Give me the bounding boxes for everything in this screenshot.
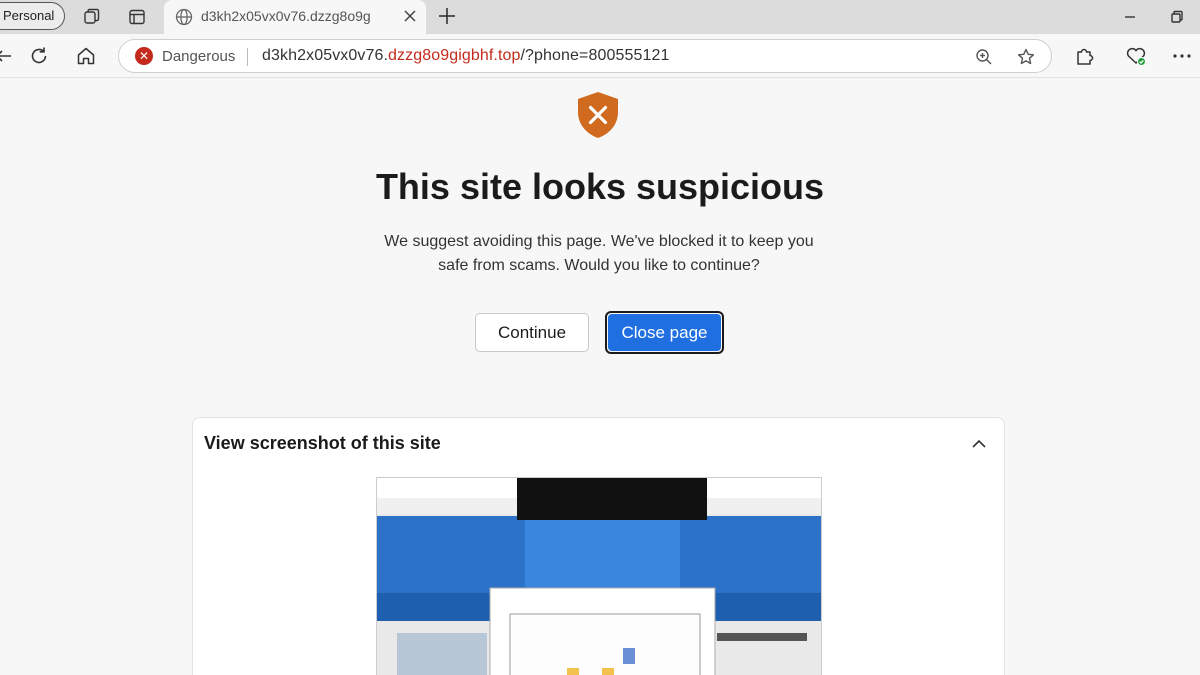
warning-message: We suggest avoiding this page. We've blo…: [384, 233, 814, 274]
back-icon[interactable]: [0, 44, 16, 68]
url-text[interactable]: d3kh2x05vx0v76.dzzg8o9gigbhf.top/?phone=…: [262, 47, 669, 65]
home-icon[interactable]: [74, 44, 98, 68]
danger-icon[interactable]: ✕: [135, 47, 153, 65]
refresh-icon[interactable]: [27, 44, 51, 68]
site-screenshot-thumbnail: [376, 477, 822, 675]
close-tab-icon[interactable]: [400, 6, 420, 31]
more-options-icon[interactable]: [1170, 44, 1194, 68]
close-page-button[interactable]: Close page: [608, 314, 721, 351]
continue-button[interactable]: Continue: [475, 313, 589, 352]
profile-button[interactable]: Personal: [0, 2, 66, 30]
screenshot-panel: View screenshot of this site: [192, 417, 1005, 675]
security-status-label[interactable]: Dangerous: [162, 48, 235, 65]
profile-label: Personal: [3, 8, 55, 23]
screenshot-panel-title: View screenshot of this site: [204, 433, 441, 453]
restore-icon[interactable]: [1166, 6, 1188, 33]
tab-actions-icon[interactable]: [126, 6, 148, 28]
browser-essentials-icon[interactable]: [1124, 44, 1148, 68]
favorite-star-icon[interactable]: [1015, 46, 1037, 68]
navigation-bar: ✕ Dangerous d3kh2x05vx0v76.dzzg8o9gigbhf…: [0, 34, 1200, 78]
address-separator: [247, 48, 248, 66]
globe-icon: [174, 7, 194, 32]
extensions-icon[interactable]: [1072, 44, 1096, 68]
new-tab-icon[interactable]: [436, 5, 458, 32]
zoom-icon[interactable]: [973, 46, 995, 68]
shield-warning-icon: [574, 90, 622, 140]
active-tab[interactable]: d3kh2x05vx0v76.dzzg8o9g: [164, 0, 426, 34]
url-host-prefix: d3kh2x05vx0v76.: [262, 47, 389, 64]
close-page-button-focus-ring: Close page: [605, 311, 724, 354]
tab-title: d3kh2x05vx0v76.dzzg8o9g: [201, 8, 371, 24]
workspaces-icon[interactable]: [81, 6, 103, 28]
address-bar[interactable]: ✕ Dangerous d3kh2x05vx0v76.dzzg8o9gigbhf…: [118, 39, 1052, 73]
chevron-up-icon[interactable]: [967, 432, 991, 456]
tab-strip: Personal d3kh2x05vx0v76.dzzg8o9g: [0, 0, 1200, 34]
url-path: /?phone=800555121: [520, 47, 670, 64]
url-domain: dzzg8o9gigbhf.top: [388, 47, 521, 64]
minimize-icon[interactable]: [1119, 6, 1141, 33]
warning-headline: This site looks suspicious: [375, 166, 825, 207]
